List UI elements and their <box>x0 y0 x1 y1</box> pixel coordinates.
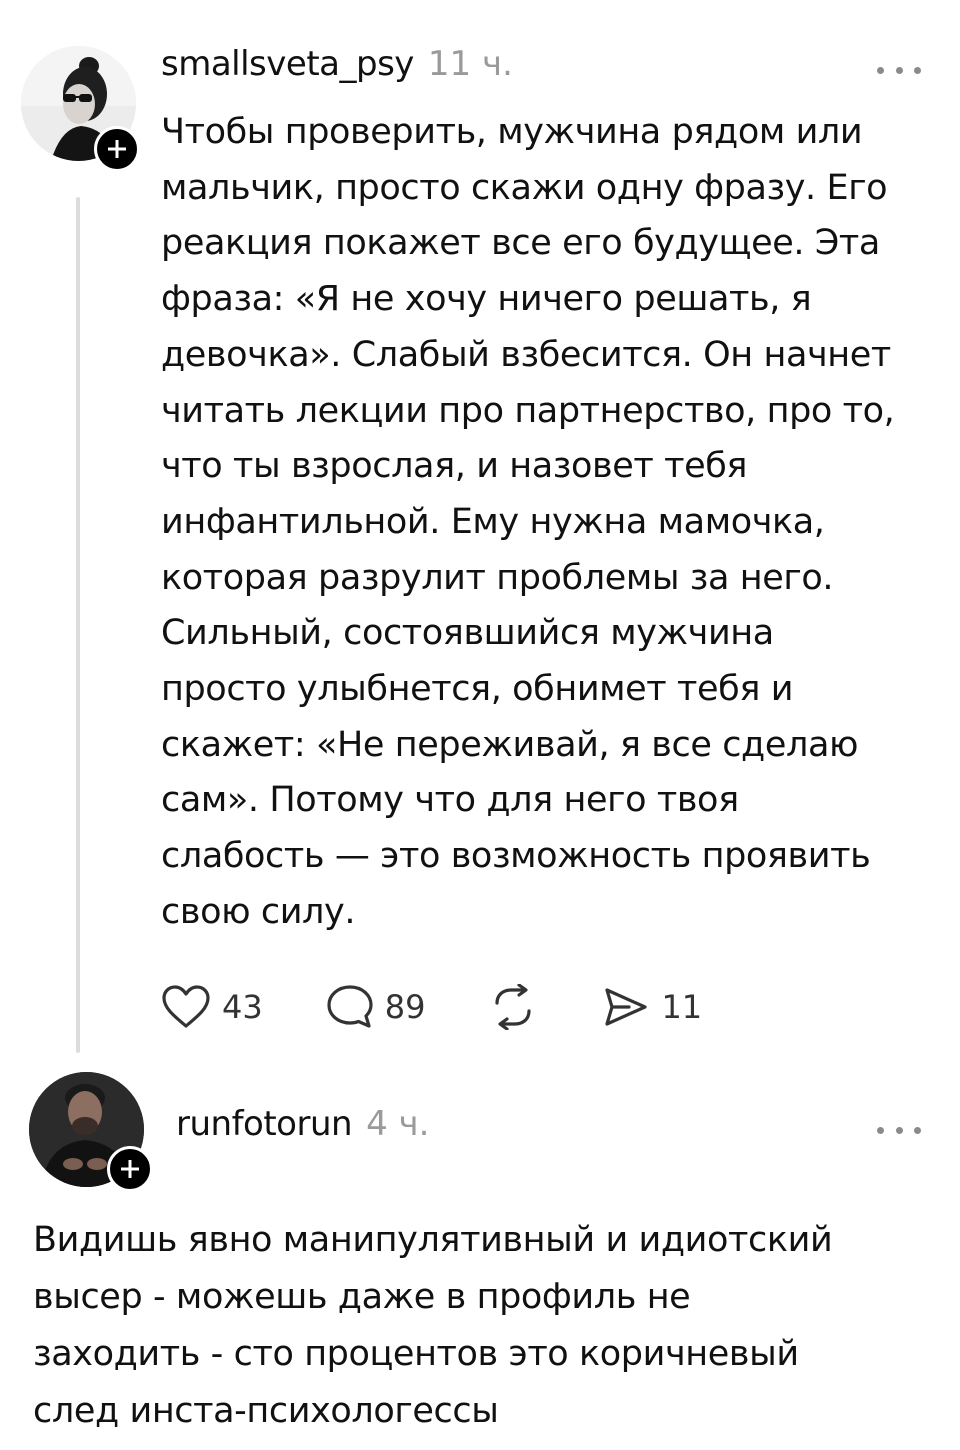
more-dot <box>895 1126 903 1134</box>
more-dot <box>895 66 903 74</box>
like-count: 43 <box>222 988 263 1026</box>
heart-icon <box>162 985 210 1028</box>
timestamp: 11 ч. <box>427 44 513 84</box>
post-header: runfotorun 4 ч. <box>176 1104 429 1144</box>
more-dots-icon <box>877 66 884 74</box>
share-button[interactable]: 11 <box>601 984 702 1030</box>
comment-count: 89 <box>384 988 426 1026</box>
more-dot <box>914 66 921 74</box>
share-count: 11 <box>661 988 703 1026</box>
repost-button[interactable] <box>487 984 539 1030</box>
more-options-button[interactable] <box>877 1120 921 1140</box>
like-button[interactable]: 43 <box>160 984 263 1030</box>
follow-button[interactable] <box>94 126 140 172</box>
repost-icon <box>495 984 532 1030</box>
more-options-button[interactable] <box>877 60 921 80</box>
post-header: smallsveta_psy 11 ч. <box>161 44 513 84</box>
comment-bubble-icon <box>327 985 373 1028</box>
send-icon <box>605 988 648 1026</box>
plus-icon <box>121 1160 139 1178</box>
comment-button[interactable]: 89 <box>325 983 426 1031</box>
post-text: Видишь явно манипулятивный и идиотский в… <box>33 1220 833 1431</box>
post-actions: 43 89 11 <box>160 983 764 1031</box>
timestamp: 4 ч. <box>366 1104 430 1144</box>
follow-button[interactable] <box>107 1146 153 1192</box>
post-text: Чтобы проверить, мужчина рядом или мальч… <box>161 112 895 932</box>
plus-icon <box>108 140 126 158</box>
username[interactable]: runfotorun <box>176 1104 353 1144</box>
post-runfotorun: runfotorun 4 ч. Видишь явно манипулятивн… <box>0 1060 960 1450</box>
username[interactable]: smallsveta_psy <box>161 44 414 84</box>
more-dots-icon <box>877 1126 884 1134</box>
thread-line <box>76 197 80 1053</box>
more-dot <box>914 1126 921 1134</box>
post-smallsveta: smallsveta_psy 11 ч. Чтобы проверить, му… <box>0 0 960 1060</box>
